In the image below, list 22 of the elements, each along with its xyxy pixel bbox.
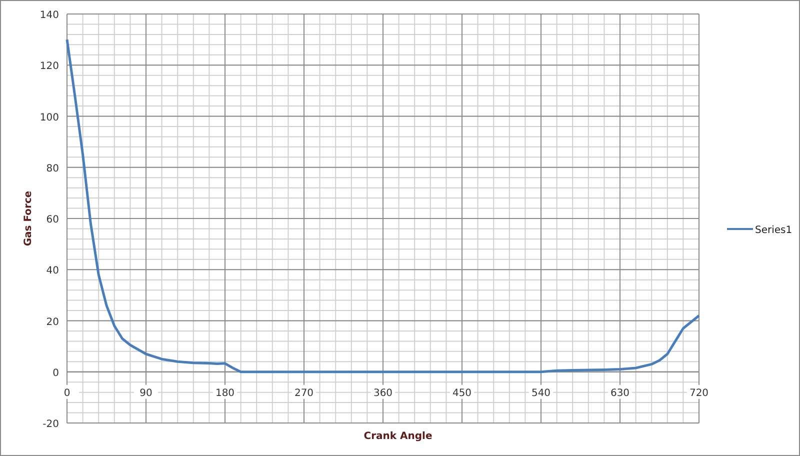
legend-line-icon: [727, 228, 753, 230]
axis-tick-label: 40: [46, 266, 59, 277]
axis-tick-label: 450: [452, 388, 472, 399]
axis-tick-label: 360: [373, 388, 393, 399]
legend-label: Series1: [755, 225, 792, 236]
axis-title: Gas Force: [23, 190, 34, 246]
axis-tick-label: -20: [42, 419, 59, 430]
axis-tick-label: 540: [531, 388, 551, 399]
axis-tick-label: 180: [215, 388, 235, 399]
axis-tick-label: 0: [52, 368, 59, 379]
axis-tick-label: 720: [689, 388, 709, 399]
axis-tick-label: 20: [46, 316, 59, 328]
axis-tick-label: 90: [140, 388, 152, 399]
axis-tick-label: 140: [40, 10, 59, 21]
axis-tick-label: 60: [46, 214, 59, 226]
axis-tick-label: 270: [294, 388, 314, 399]
axis-tick-label: 100: [40, 112, 59, 124]
axis-title: Crank Angle: [364, 431, 432, 442]
axis-tick-label: 120: [40, 61, 59, 72]
axis-tick-label: 80: [46, 163, 59, 174]
axis-tick-label: 630: [610, 388, 630, 399]
axis-tick-label: 0: [64, 388, 70, 399]
